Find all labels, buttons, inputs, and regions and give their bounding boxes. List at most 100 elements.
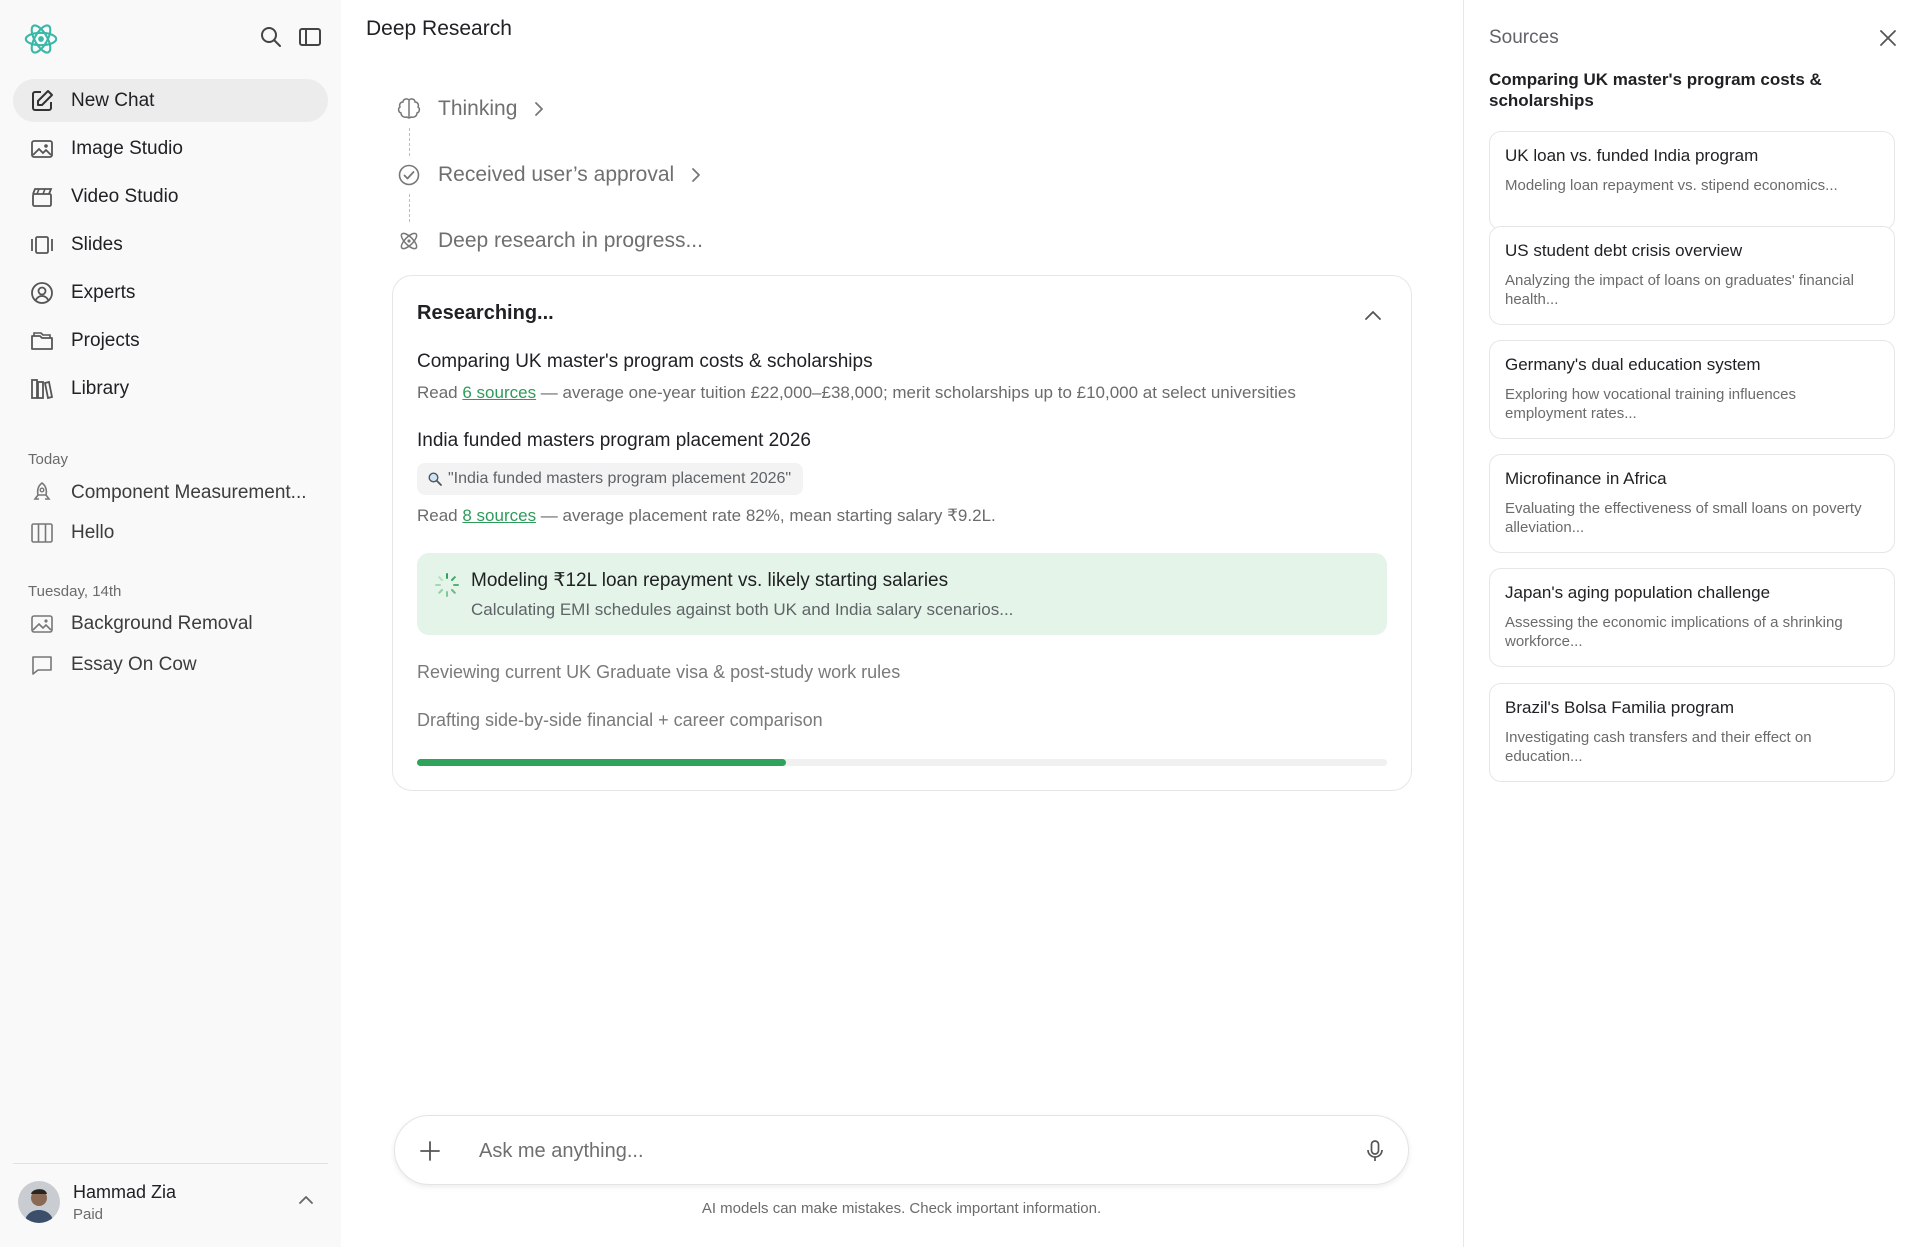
read-prefix: Read xyxy=(417,506,463,525)
chevron-up-icon[interactable] xyxy=(1361,304,1385,328)
spinner-icon xyxy=(433,571,461,599)
sources-subtitle: Comparing UK master's program costs & sc… xyxy=(1489,70,1822,110)
history-item[interactable]: Hello xyxy=(13,514,328,552)
source-title: US student debt crisis overview xyxy=(1505,241,1743,260)
source-title: Japan's aging population challenge xyxy=(1505,583,1771,602)
image-icon xyxy=(29,136,55,162)
history-item-label: Hello xyxy=(71,522,115,543)
search-query-chip: "India funded masters program placement … xyxy=(417,463,804,495)
chevron-right-icon xyxy=(686,165,706,185)
sidebar-item-label: Library xyxy=(71,377,130,399)
step-connector xyxy=(409,194,410,222)
columns-icon xyxy=(29,520,55,546)
sources-link[interactable]: 8 sources xyxy=(462,506,536,525)
step-approval[interactable]: Received user’s approval xyxy=(396,158,706,192)
active-task-detail: Calculating EMI schedules against both U… xyxy=(471,600,1014,619)
sidebar-item-new-chat[interactable]: New Chat xyxy=(13,79,328,122)
check-circle-icon xyxy=(396,162,422,188)
pending-task: Drafting side-by-side financial + career… xyxy=(417,710,823,730)
source-title: UK loan vs. funded India program xyxy=(1505,146,1759,165)
page-title: Deep Research xyxy=(366,17,512,40)
magnifier-icon xyxy=(427,471,443,487)
read-prefix: Read xyxy=(417,383,463,402)
sidebar-item-label: Projects xyxy=(71,329,140,351)
active-task: Modeling ₹12L loan repayment vs. likely … xyxy=(417,553,1387,635)
plus-icon[interactable] xyxy=(417,1138,443,1164)
source-desc: Exploring how vocational training influe… xyxy=(1505,386,1797,422)
source-desc: Assessing the economic implications of a… xyxy=(1505,614,1843,650)
library-icon xyxy=(29,376,55,402)
history-item[interactable]: Essay On Cow xyxy=(13,646,328,684)
source-card[interactable]: Japan's aging population challenge Asses… xyxy=(1489,568,1895,667)
sources-link[interactable]: 6 sources xyxy=(462,383,536,402)
divider xyxy=(13,1163,328,1164)
sidebar-item-label: Image Studio xyxy=(71,137,183,159)
source-title: Brazil's Bolsa Familia program xyxy=(1505,698,1735,717)
composer xyxy=(394,1115,1409,1185)
progress-bar xyxy=(417,759,1387,766)
atom-icon xyxy=(396,228,422,254)
chat-input[interactable] xyxy=(479,1131,1329,1171)
sources-panel: Sources Comparing UK master's program co… xyxy=(1463,0,1920,1247)
step-label: Deep research in progress... xyxy=(438,229,703,252)
sources-title: Sources xyxy=(1489,27,1559,48)
research-progress-card: Researching... Comparing UK master's pro… xyxy=(392,275,1412,791)
user-profile-menu[interactable]: Hammad Zia Paid xyxy=(18,1176,328,1228)
chevron-right-icon xyxy=(529,99,549,119)
task-title: India funded masters program placement 2… xyxy=(417,430,811,451)
sidebar-item-experts[interactable]: Experts xyxy=(13,271,328,314)
source-card[interactable]: US student debt crisis overview Analyzin… xyxy=(1489,226,1895,325)
source-desc: Modeling loan repayment vs. stipend econ… xyxy=(1505,177,1838,194)
sidebar-item-projects[interactable]: Projects xyxy=(13,319,328,362)
sidebar: New Chat Image Studio Video Studio Slide… xyxy=(0,0,341,1247)
step-label: Thinking xyxy=(438,97,518,120)
source-card[interactable]: Microfinance in Africa Evaluating the ef… xyxy=(1489,454,1895,553)
folder-icon xyxy=(29,328,55,354)
slides-icon xyxy=(29,232,55,258)
image-icon xyxy=(29,611,55,637)
step-thinking[interactable]: Thinking xyxy=(396,92,549,126)
app-logo-icon[interactable] xyxy=(22,20,60,58)
sidebar-item-image-studio[interactable]: Image Studio xyxy=(13,127,328,170)
history-item[interactable]: Component Measurement... xyxy=(13,474,328,512)
task-summary: Read 8 sources — average placement rate … xyxy=(417,506,996,526)
source-title: Germany's dual education system xyxy=(1505,355,1761,374)
query-text: "India funded masters program placement … xyxy=(448,470,792,487)
summary-text: — average placement rate 82%, mean start… xyxy=(536,506,996,525)
source-title: Microfinance in Africa xyxy=(1505,469,1667,488)
history-item[interactable]: Background Removal xyxy=(13,605,328,643)
task-summary: Read 6 sources — average one-year tuitio… xyxy=(417,383,1296,403)
chat-bubble-icon xyxy=(29,652,55,678)
sidebar-item-library[interactable]: Library xyxy=(13,367,328,410)
sidebar-item-label: Experts xyxy=(71,281,136,303)
source-card[interactable]: Brazil's Bolsa Familia program Investiga… xyxy=(1489,683,1895,782)
history-section-tuesday: Tuesday, 14th xyxy=(28,583,122,600)
history-item-label: Component Measurement... xyxy=(71,482,307,503)
sidebar-item-label: Video Studio xyxy=(71,185,179,207)
user-plan: Paid xyxy=(73,1205,104,1223)
user-name: Hammad Zia xyxy=(73,1181,177,1202)
edit-icon xyxy=(29,88,55,114)
history-item-label: Background Removal xyxy=(71,613,253,634)
close-icon[interactable] xyxy=(1876,26,1900,50)
microphone-icon[interactable] xyxy=(1362,1138,1388,1164)
progress-fill xyxy=(417,759,786,766)
rocket-icon xyxy=(29,480,55,506)
active-task-title: Modeling ₹12L loan repayment vs. likely … xyxy=(471,570,949,591)
sidebar-item-label: Slides xyxy=(71,233,123,255)
avatar xyxy=(18,1181,60,1223)
source-desc: Analyzing the impact of loans on graduat… xyxy=(1505,272,1854,308)
brain-icon xyxy=(396,96,422,122)
sidebar-item-slides[interactable]: Slides xyxy=(13,223,328,266)
sidebar-item-video-studio[interactable]: Video Studio xyxy=(13,175,328,218)
source-card[interactable]: Germany's dual education system Explorin… xyxy=(1489,340,1895,439)
search-icon[interactable] xyxy=(258,24,284,50)
source-desc: Investigating cash transfers and their e… xyxy=(1505,729,1812,765)
disclaimer: AI models can make mistakes. Check impor… xyxy=(701,1200,1102,1217)
history-section-today: Today xyxy=(28,451,69,468)
summary-text: — average one-year tuition £22,000–£38,0… xyxy=(536,383,1296,402)
chevron-up-icon xyxy=(294,1188,318,1212)
source-card[interactable]: UK loan vs. funded India program Modelin… xyxy=(1489,131,1895,230)
sidebar-toggle-icon[interactable] xyxy=(297,24,323,50)
card-title: Researching... xyxy=(417,302,554,324)
